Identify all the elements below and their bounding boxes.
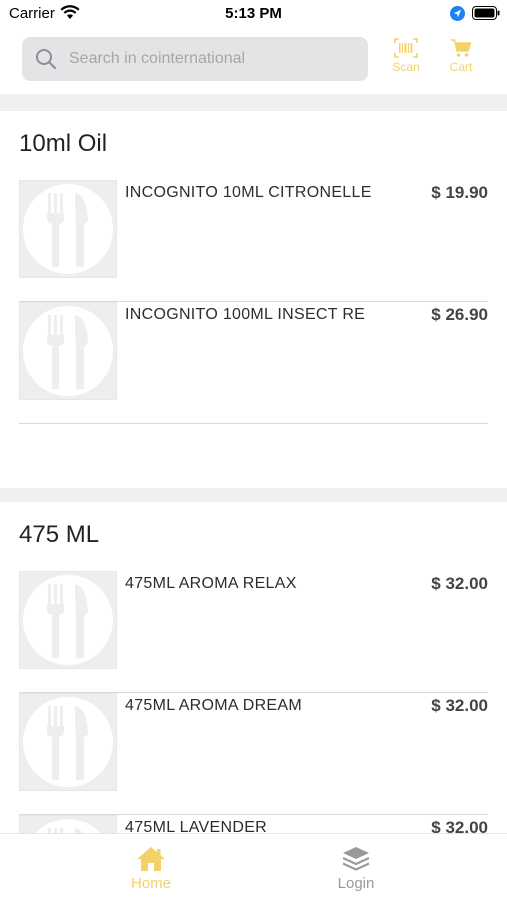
product-price: $ 26.90 bbox=[431, 305, 488, 324]
section-title: 475 ML bbox=[19, 521, 100, 548]
tab-home[interactable]: Home bbox=[111, 846, 191, 892]
product-image bbox=[19, 693, 117, 791]
product-price: $ 32.00 bbox=[431, 696, 488, 715]
fork-knife-icon bbox=[23, 306, 113, 396]
product-price: $ 19.90 bbox=[431, 183, 488, 202]
tab-bar: Home Login bbox=[0, 833, 507, 900]
tab-login-label: Login bbox=[337, 875, 375, 892]
cart-label: Cart bbox=[449, 60, 473, 74]
product-name: INCOGNITO 100ML INSECT RE bbox=[125, 306, 366, 323]
header: Search in cointernational Scan Cart bbox=[0, 26, 507, 94]
scan-label: Scan bbox=[392, 60, 420, 74]
barcode-icon bbox=[394, 38, 418, 58]
fork-knife-icon bbox=[23, 697, 113, 787]
list-item[interactable]: 475ML AROMA DREAM $ 32.00 bbox=[19, 693, 488, 815]
section-divider bbox=[0, 488, 507, 502]
product-image bbox=[19, 180, 117, 278]
tab-home-label: Home bbox=[130, 875, 171, 892]
status-bar: Carrier 5:13 PM bbox=[0, 0, 507, 26]
section-title: 10ml Oil bbox=[19, 130, 108, 157]
product-price: $ 32.00 bbox=[431, 574, 488, 593]
product-name: 475ML AROMA DREAM bbox=[125, 697, 303, 714]
product-name: INCOGNITO 10ML CITRONELLE bbox=[125, 184, 372, 201]
tab-login[interactable]: Login bbox=[316, 846, 396, 892]
cart-button[interactable]: Cart bbox=[441, 38, 481, 74]
product-name: 475ML AROMA RELAX bbox=[125, 575, 297, 592]
list-item[interactable]: INCOGNITO 10ML CITRONELLE $ 19.90 bbox=[19, 180, 488, 302]
product-image bbox=[19, 571, 117, 669]
location-icon bbox=[450, 6, 465, 26]
list-item[interactable]: 475ML AROMA RELAX $ 32.00 bbox=[19, 571, 488, 693]
scan-button[interactable]: Scan bbox=[386, 38, 426, 74]
clock: 5:13 PM bbox=[225, 5, 282, 22]
search-icon bbox=[35, 48, 57, 75]
section-divider bbox=[0, 94, 507, 111]
list-item[interactable]: INCOGNITO 100ML INSECT RE $ 26.90 bbox=[19, 302, 488, 424]
search-placeholder: Search in cointernational bbox=[69, 50, 246, 67]
home-icon bbox=[137, 847, 165, 871]
layers-icon bbox=[342, 847, 370, 871]
product-image bbox=[19, 302, 117, 400]
search-input[interactable]: Search in cointernational bbox=[22, 37, 368, 81]
battery-icon bbox=[472, 6, 500, 25]
cart-icon bbox=[451, 39, 472, 57]
fork-knife-icon bbox=[23, 184, 113, 274]
fork-knife-icon bbox=[23, 575, 113, 665]
